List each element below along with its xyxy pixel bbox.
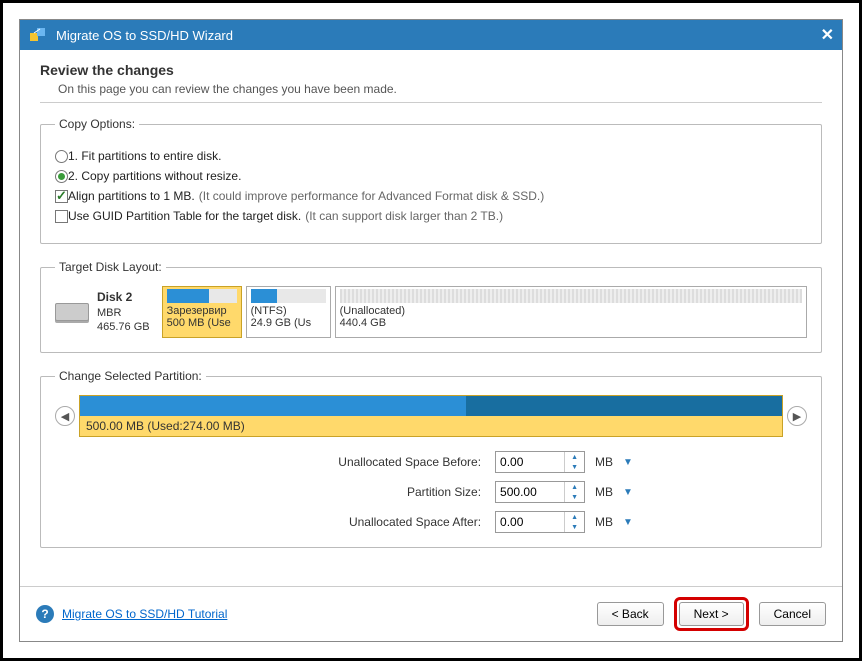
disk-type: MBR: [97, 306, 150, 320]
disk-info: Disk 2 MBR 465.76 GB: [55, 286, 158, 338]
disk-icon: [55, 303, 89, 321]
chevron-up-icon[interactable]: ▲: [565, 452, 584, 462]
partition-1[interactable]: Зарезервир 500 MB (Use: [162, 286, 242, 338]
option-copy-without-resize[interactable]: 2. Copy partitions without resize.: [55, 169, 807, 183]
input-partition-size[interactable]: ▲▼: [495, 481, 585, 503]
selected-legend: Change Selected Partition:: [55, 369, 206, 383]
input-unalloc-before[interactable]: ▲▼: [495, 451, 585, 473]
checkbox-icon[interactable]: [55, 190, 68, 203]
change-selected-partition-group: Change Selected Partition: ◀ 500.00 MB (…: [40, 369, 822, 548]
footer-bar: ? Migrate OS to SSD/HD Tutorial < Back N…: [20, 586, 842, 641]
target-disk-layout-group: Target Disk Layout: Disk 2 MBR 465.76 GB…: [40, 260, 822, 353]
page-subheading: On this page you can review the changes …: [58, 82, 822, 96]
chevron-down-icon[interactable]: ▼: [565, 522, 584, 532]
radio-icon[interactable]: [55, 150, 68, 163]
chevron-up-icon[interactable]: ▲: [565, 512, 584, 522]
window-title: Migrate OS to SSD/HD Wizard: [56, 28, 233, 43]
target-legend: Target Disk Layout:: [55, 260, 166, 274]
unit-dropdown-icon[interactable]: ▼: [623, 487, 633, 498]
option-use-guid[interactable]: Use GUID Partition Table for the target …: [55, 209, 807, 223]
partition-2[interactable]: (NTFS) 24.9 GB (Us: [246, 286, 331, 338]
arrow-left-icon[interactable]: ◀: [55, 406, 75, 426]
next-button[interactable]: Next >: [679, 602, 744, 626]
highlight-frame: Next >: [674, 597, 749, 631]
title-bar: Migrate OS to SSD/HD Wizard ✕: [20, 20, 842, 50]
cancel-button[interactable]: Cancel: [759, 602, 826, 626]
partition-unallocated[interactable]: (Unallocated) 440.4 GB: [335, 286, 807, 338]
arrow-right-icon[interactable]: ▶: [787, 406, 807, 426]
label-unalloc-before: Unallocated Space Before:: [229, 455, 489, 469]
copy-options-group: Copy Options: 1. Fit partitions to entir…: [40, 117, 822, 244]
tutorial-link[interactable]: Migrate OS to SSD/HD Tutorial: [62, 607, 227, 621]
label-unalloc-after: Unallocated Space After:: [229, 515, 489, 529]
disk-name: Disk 2: [97, 290, 150, 306]
page-heading: Review the changes: [40, 62, 822, 78]
divider: [40, 102, 822, 103]
label-partition-size: Partition Size:: [229, 485, 489, 499]
app-icon: [28, 25, 48, 45]
chevron-up-icon[interactable]: ▲: [565, 482, 584, 492]
radio-icon[interactable]: [55, 170, 68, 183]
input-unalloc-after[interactable]: ▲▼: [495, 511, 585, 533]
selected-partition-text: 500.00 MB (Used:274.00 MB): [80, 416, 782, 436]
selected-partition-box[interactable]: 500.00 MB (Used:274.00 MB): [79, 395, 783, 437]
close-icon[interactable]: ✕: [821, 25, 834, 45]
partition-usage-bar: [80, 396, 782, 416]
chevron-down-icon[interactable]: ▼: [565, 492, 584, 502]
back-button[interactable]: < Back: [597, 602, 664, 626]
unit-dropdown-icon[interactable]: ▼: [623, 457, 633, 468]
checkbox-icon[interactable]: [55, 210, 68, 223]
copy-options-legend: Copy Options:: [55, 117, 139, 131]
help-icon[interactable]: ?: [36, 605, 54, 623]
disk-size: 465.76 GB: [97, 320, 150, 334]
option-fit-entire-disk[interactable]: 1. Fit partitions to entire disk.: [55, 149, 807, 163]
option-align-partitions[interactable]: Align partitions to 1 MB. (It could impr…: [55, 189, 807, 203]
chevron-down-icon[interactable]: ▼: [565, 462, 584, 472]
wizard-window: Migrate OS to SSD/HD Wizard ✕ Review the…: [19, 19, 843, 642]
unit-dropdown-icon[interactable]: ▼: [623, 517, 633, 528]
